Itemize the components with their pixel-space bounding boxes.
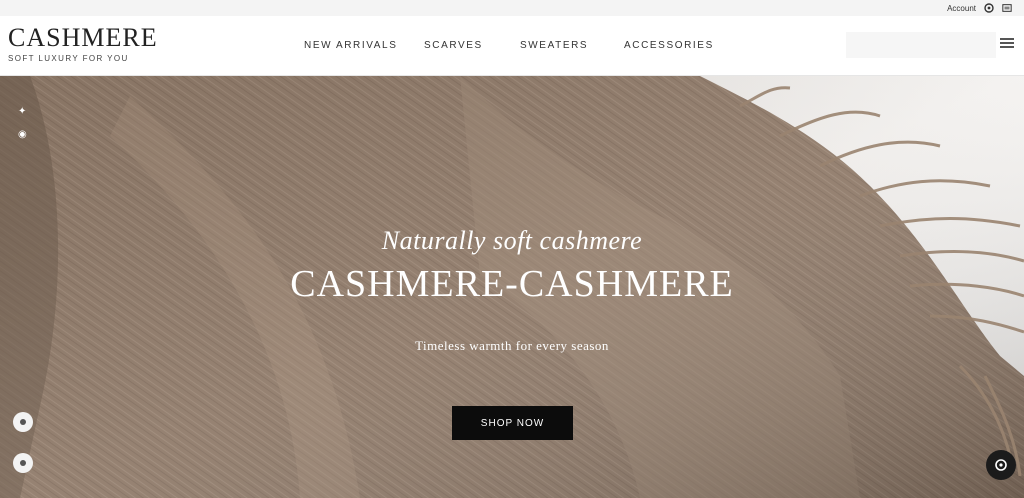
- location-icon: ◉: [18, 129, 27, 140]
- hero-title: CASHMERE-CASHMERE: [290, 263, 734, 305]
- site-header: CASHMERE SOFT LUXURY FOR YOU NEW ARRIVAL…: [0, 16, 1024, 76]
- carousel-dot-1[interactable]: [13, 412, 33, 432]
- utility-bar: Account: [0, 0, 1024, 16]
- hero-subtitle: Timeless warmth for every season: [415, 338, 609, 353]
- hero-eyebrow: Naturally soft cashmere: [381, 226, 643, 255]
- shop-now-button[interactable]: SHOP NOW: [452, 406, 573, 440]
- sparkle-icon: ✦: [18, 106, 27, 117]
- left-edge-icons: ✦ ◉: [18, 106, 28, 140]
- brand-name: CASHMERE: [8, 23, 158, 52]
- nav-sweaters[interactable]: SWEATERS: [512, 40, 616, 51]
- utility-links: Account: [947, 2, 1012, 14]
- main-nav: NEW ARRIVALS SCARVES SWEATERS ACCESSORIE…: [296, 40, 716, 51]
- search-input[interactable]: [846, 32, 996, 58]
- user-icon[interactable]: [984, 3, 994, 13]
- nav-accessories[interactable]: ACCESSORIES: [616, 40, 716, 51]
- chat-icon[interactable]: [986, 450, 1016, 480]
- hero-banner: ✦ ◉ Naturally soft cashmere CASHMERE-CAS…: [0, 76, 1024, 498]
- brand-logo[interactable]: CASHMERE SOFT LUXURY FOR YOU: [8, 23, 168, 64]
- hamburger-menu-icon[interactable]: [1000, 38, 1014, 52]
- brand-tagline: SOFT LUXURY FOR YOU: [8, 54, 129, 63]
- carousel-dot-2[interactable]: [13, 453, 33, 473]
- bag-icon[interactable]: [1002, 3, 1012, 13]
- nav-scarves[interactable]: SCARVES: [416, 40, 512, 51]
- nav-new-arrivals[interactable]: NEW ARRIVALS: [296, 40, 416, 51]
- account-link[interactable]: Account: [947, 4, 976, 13]
